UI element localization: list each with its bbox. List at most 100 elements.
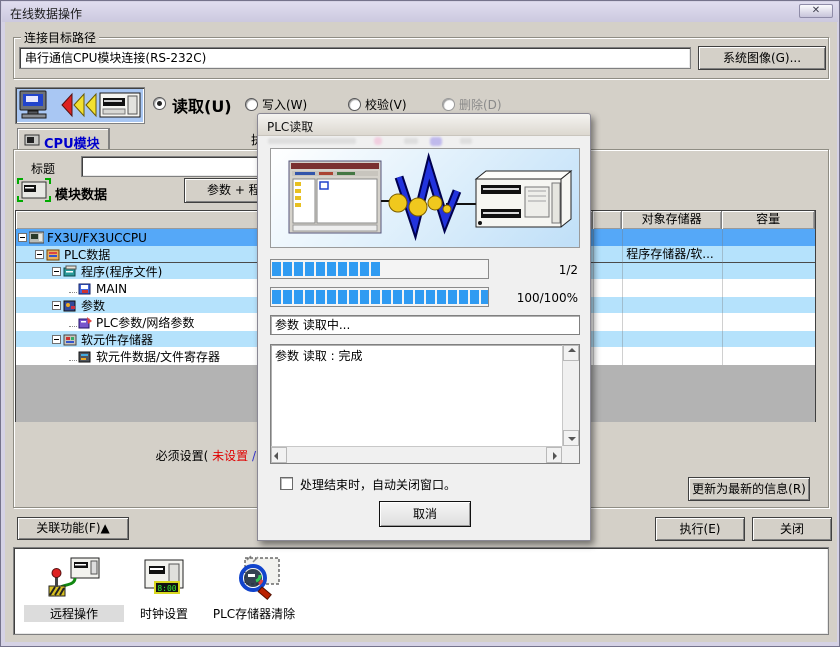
svg-text:8:00: 8:00 [157, 584, 176, 593]
vertical-scrollbar[interactable] [562, 345, 579, 446]
clock-setting-icon: 8:00 [137, 556, 191, 600]
tree-item-label: 软元件数据/文件寄存器 [96, 349, 220, 365]
execute-button[interactable]: 执行(E) [655, 517, 745, 541]
related-functions-button[interactable]: 关联功能(F)▲ [17, 517, 129, 540]
target-memory-cell [622, 229, 722, 246]
tree-expander-icon[interactable] [52, 267, 61, 276]
write-radio-label: 写入(W) [262, 96, 307, 113]
tab-separator [109, 128, 110, 149]
verify-radio[interactable] [348, 98, 361, 111]
auto-close-checkbox[interactable] [280, 477, 293, 490]
target-memory-cell [622, 297, 722, 314]
plc-cpu-icon [29, 231, 44, 244]
column-header-hidden[interactable] [593, 211, 622, 229]
remote-operation-label: 远程操作 [24, 605, 124, 622]
refresh-info-button[interactable]: 更新为最新的信息(R) [688, 477, 810, 501]
related-functions-panel: 远程操作 8:00 时钟设置 PLC存储器清除 [13, 547, 829, 635]
plc-read-dialog-titlebar[interactable]: PLC读取 [258, 114, 590, 136]
window-titlebar[interactable]: 在线数据操作 [2, 2, 838, 22]
plc-memory-clear-item[interactable]: PLC存储器清除 [199, 554, 309, 622]
target-memory-cell [622, 348, 722, 365]
tree-item-label: PLC参数/网络参数 [96, 315, 194, 331]
horizontal-scrollbar[interactable] [271, 446, 562, 463]
scroll-left-icon[interactable] [271, 447, 287, 463]
column-header-target-memory[interactable]: 对象存储器 [622, 211, 722, 229]
target-memory-cell [622, 263, 722, 280]
tree-expander-icon[interactable] [52, 335, 61, 344]
file-progress-label: 1/2 [498, 263, 578, 277]
program-icon [63, 265, 78, 278]
capacity-cell [722, 229, 815, 246]
target-memory-cell: 程序存储器/软... [622, 246, 722, 263]
capacity-cell [722, 348, 815, 365]
tree-item-label: 软元件存储器 [81, 332, 153, 348]
tree-expander-icon[interactable] [35, 250, 44, 259]
target-memory-cell [622, 314, 722, 331]
tree-connector [69, 318, 77, 327]
target-memory-cell [622, 280, 722, 297]
log-box[interactable]: 参数 读取 : 完成 [270, 344, 580, 464]
device-data-icon [78, 350, 93, 363]
log-text: 参数 读取 : 完成 [275, 347, 363, 364]
delete-radio [442, 98, 455, 111]
scroll-up-icon[interactable] [563, 345, 579, 361]
delete-radio-label: 删除(D) [459, 96, 502, 113]
module-data-icon [17, 178, 51, 202]
capacity-cell [722, 331, 815, 348]
plc-memory-clear-icon [223, 554, 285, 600]
capacity-cell [722, 314, 815, 331]
capacity-cell [722, 263, 815, 280]
tree-item-label: 参数 [81, 298, 105, 314]
file-progress-bar [270, 259, 489, 279]
module-data-label: 模块数据 [55, 184, 107, 203]
parameter-icon [63, 299, 78, 312]
pc-read-plc-graphic-icon [16, 88, 144, 123]
verify-radio-label: 校验(V) [365, 96, 407, 113]
plc-memory-clear-label: PLC存储器清除 [199, 605, 309, 622]
scrollbar-corner [562, 446, 579, 463]
connection-path-field[interactable]: 串行通信CPU模块连接(RS-232C) [19, 47, 691, 69]
capacity-cell [722, 297, 815, 314]
column-header-capacity[interactable]: 容量 [722, 211, 815, 229]
status-field: 参数 读取中... [270, 315, 580, 335]
tree-connector [69, 352, 77, 361]
online-data-operation-window: 在线数据操作 ✕ 连接目标路径 串行通信CPU模块连接(RS-232C) 系统图… [0, 0, 840, 647]
window-title: 在线数据操作 [10, 5, 82, 22]
capacity-cell [722, 280, 815, 297]
pc-to-plc-transfer-icon [271, 149, 579, 247]
main-program-icon [78, 282, 93, 295]
tree-connector [69, 284, 77, 293]
pc-to-plc-read-icon [15, 87, 145, 124]
scroll-right-icon[interactable] [546, 447, 562, 463]
transfer-graphic [270, 148, 580, 248]
plc-network-param-icon [78, 316, 93, 329]
close-button[interactable]: 关闭 [752, 517, 832, 541]
tree-expander-icon[interactable] [18, 233, 27, 242]
tree-item-label: 程序(程序文件) [81, 264, 162, 280]
clock-setting-item[interactable]: 8:00 时钟设置 [119, 556, 209, 622]
system-image-button[interactable]: 系统图像(G)... [698, 46, 826, 70]
watermark [264, 136, 564, 146]
read-radio[interactable] [153, 97, 166, 110]
title-field-label: 标题 [31, 160, 55, 177]
window-close-icon[interactable]: ✕ [799, 4, 833, 18]
tree-item-label: MAIN [96, 281, 127, 297]
scroll-down-icon[interactable] [563, 430, 579, 446]
capacity-cell [722, 246, 815, 263]
clock-setting-label: 时钟设置 [119, 605, 209, 622]
not-set-text: 未设置 [212, 449, 248, 463]
write-radio[interactable] [245, 98, 258, 111]
plc-read-dialog-title: PLC读取 [267, 118, 313, 135]
auto-close-label: 处理结束时，自动关闭窗口。 [300, 476, 456, 493]
cancel-button[interactable]: 取消 [379, 501, 471, 527]
tree-expander-icon[interactable] [52, 301, 61, 310]
device-memory-icon [63, 333, 78, 346]
target-memory-cell [622, 331, 722, 348]
connection-group-label: 连接目标路径 [21, 29, 99, 46]
required-setting-legend: 必须设置( 未设置 / [96, 447, 256, 464]
remote-operation-item[interactable]: 远程操作 [24, 556, 124, 622]
plc-data-icon [46, 248, 61, 261]
total-progress-bar [270, 287, 489, 307]
tab-cpu-module[interactable]: CPU模块 [17, 128, 109, 150]
plc-read-dialog: PLC读取 [257, 113, 591, 541]
